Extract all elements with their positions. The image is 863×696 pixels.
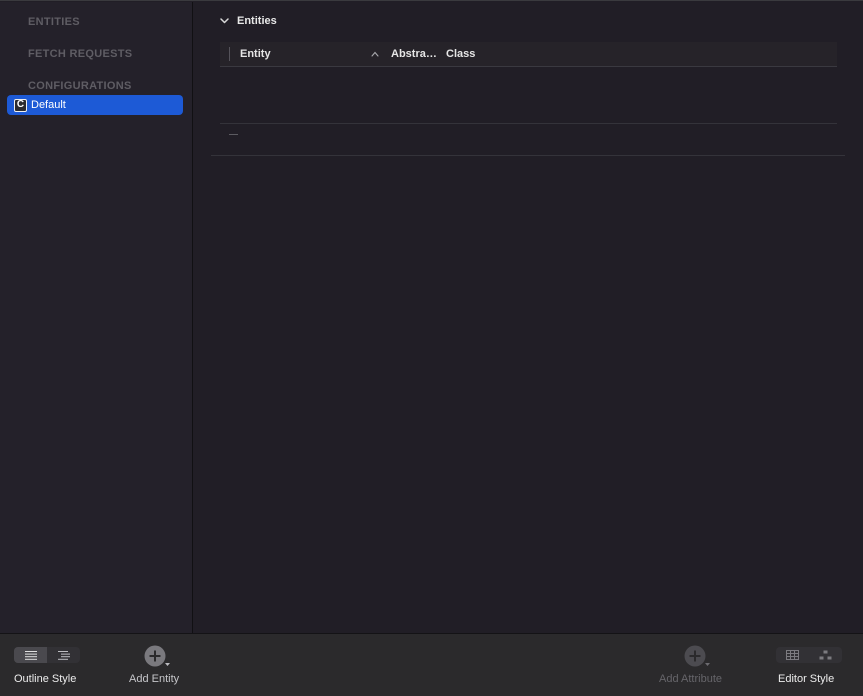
add-entity-button[interactable] xyxy=(143,645,171,669)
add-attribute-label: Add Attribute xyxy=(659,673,722,685)
sidebar-item-default-configuration[interactable]: C Default xyxy=(7,95,183,115)
configuration-icon: C xyxy=(14,98,27,112)
editor-style-control[interactable] xyxy=(776,647,842,663)
sort-ascending-icon xyxy=(371,51,379,57)
list-icon xyxy=(24,650,37,660)
graph-icon xyxy=(819,650,832,660)
add-entity-label: Add Entity xyxy=(129,673,180,685)
data-model-editor-window: ENTITIES FETCH REQUESTS CONFIGURATIONS C… xyxy=(0,0,863,696)
remove-entity-button[interactable] xyxy=(229,130,239,140)
outline-style-control[interactable] xyxy=(14,647,80,663)
chevron-down-icon[interactable] xyxy=(219,16,229,26)
sidebar-section-entities[interactable]: ENTITIES xyxy=(28,16,80,28)
plus-circle-icon xyxy=(144,645,170,667)
table-style-button[interactable] xyxy=(776,647,809,663)
add-attribute-button[interactable] xyxy=(683,645,711,669)
column-header-class[interactable]: Class xyxy=(446,48,475,60)
sidebar: ENTITIES FETCH REQUESTS CONFIGURATIONS C… xyxy=(0,2,193,633)
hierarchy-list-icon xyxy=(57,650,70,660)
table-icon xyxy=(786,650,799,660)
column-divider xyxy=(229,47,230,61)
plus-circle-icon xyxy=(684,645,710,667)
column-header-abstract[interactable]: Abstra… xyxy=(391,48,437,60)
section-title: Entities xyxy=(237,15,277,27)
editor-style-label: Editor Style xyxy=(778,673,835,685)
bottom-toolbar: Outline Style Add Entity Add Attribute E… xyxy=(0,633,863,696)
column-header-entity[interactable]: Entity xyxy=(240,48,271,60)
outline-style-label: Outline Style xyxy=(14,673,77,685)
sidebar-section-fetch-requests[interactable]: FETCH REQUESTS xyxy=(28,48,132,60)
list-style-button[interactable] xyxy=(14,647,47,663)
graph-style-button[interactable] xyxy=(809,647,842,663)
sidebar-section-configurations[interactable]: CONFIGURATIONS xyxy=(28,80,132,92)
section-divider xyxy=(211,155,845,156)
table-header-row: Entity Abstra… Class xyxy=(220,42,837,67)
entities-editor: Entities Entity Abstra… Class xyxy=(193,2,863,633)
table-body[interactable] xyxy=(220,67,837,124)
hierarchy-style-button[interactable] xyxy=(47,647,80,663)
entities-table[interactable]: Entity Abstra… Class xyxy=(220,42,837,125)
entities-section-header[interactable]: Entities xyxy=(219,14,277,28)
sidebar-item-label: Default xyxy=(31,99,66,111)
